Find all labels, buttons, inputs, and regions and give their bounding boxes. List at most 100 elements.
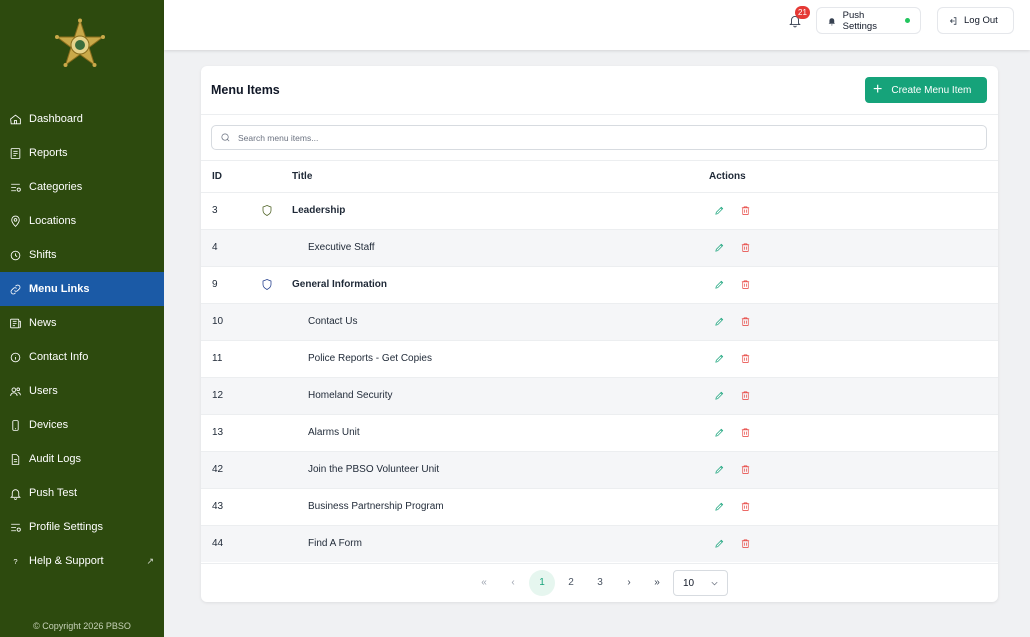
prev-page-button[interactable]: ‹ [500, 570, 526, 596]
menu-items-card: Menu Items + Create Menu Item ID Title A… [201, 66, 998, 602]
search-box[interactable] [211, 125, 987, 150]
logout-button[interactable]: Log Out [937, 7, 1014, 34]
table-row: 43 Business Partnership Program [201, 488, 998, 525]
info-icon [8, 350, 22, 364]
edit-icon[interactable] [714, 316, 726, 328]
pagination: «‹ 1 2 3 ›» 10 [201, 563, 998, 602]
page-button-1[interactable]: 1 [529, 570, 555, 596]
edit-icon[interactable] [714, 279, 726, 291]
table-row: 44 Find A Form [201, 525, 998, 562]
top-bar: 21 Push Settings Log Out [164, 0, 1030, 50]
delete-icon[interactable] [740, 205, 752, 217]
row-id: 9 [212, 279, 218, 290]
sidebar-item-dashboard[interactable]: Dashboard [0, 102, 164, 136]
row-id: 10 [212, 316, 224, 327]
sidebar-item-menu-links[interactable]: Menu Links [0, 272, 164, 306]
star-badge-icon [52, 18, 108, 74]
delete-icon[interactable] [740, 427, 752, 439]
sidebar-item-locations[interactable]: Locations [0, 204, 164, 238]
row-title: Alarms Unit [308, 427, 360, 438]
row-id: 3 [212, 205, 218, 216]
table-row: 12 Homeland Security [201, 377, 998, 414]
first-page-button[interactable]: « [471, 570, 497, 596]
edit-icon[interactable] [714, 242, 726, 254]
delete-icon[interactable] [740, 316, 752, 328]
push-status-dot [905, 18, 910, 23]
sidebar-item-label: Profile Settings [29, 521, 103, 533]
sidebar-item-label: News [29, 317, 57, 329]
row-title: General Information [292, 279, 388, 290]
edit-icon[interactable] [714, 205, 726, 217]
row-id: 11 [212, 353, 223, 364]
delete-icon[interactable] [740, 279, 752, 291]
sidebar-item-contact-info[interactable]: Contact Info [0, 340, 164, 374]
bell-icon [828, 17, 836, 25]
header-divider [201, 114, 998, 115]
last-page-button[interactable]: » [644, 570, 670, 596]
sidebar-item-label: Contact Info [29, 351, 89, 363]
page-size-select[interactable]: 10 [673, 570, 728, 596]
sidebar-item-label: Shifts [29, 249, 57, 261]
table-body: 3 Leadership 4 Executive Staff 9 General Info… [201, 192, 998, 562]
table-row: 42 Join the PBSO Volunteer Unit [201, 451, 998, 488]
push-settings-label: Push Settings [842, 9, 877, 32]
sidebar-item-label: Help & Support [29, 555, 104, 567]
settings-icon [8, 520, 22, 534]
edit-icon[interactable] [714, 353, 726, 365]
sidebar-item-audit-logs[interactable]: Audit Logs [0, 442, 164, 476]
row-title: Executive Staff [308, 242, 375, 253]
table-row: 10 Contact Us [201, 303, 998, 340]
create-menu-item-button[interactable]: + Create Menu Item [865, 77, 987, 103]
home-icon [8, 112, 22, 126]
row-id: 12 [212, 390, 224, 401]
sidebar-item-profile-settings[interactable]: Profile Settings [0, 510, 164, 544]
next-page-button[interactable]: › [616, 570, 642, 596]
search-icon [221, 133, 230, 142]
clock-icon [8, 248, 22, 262]
row-title: Homeland Security [308, 390, 393, 401]
sidebar: Dashboard Reports Categories Locations Shift… [0, 0, 164, 637]
sidebar-item-news[interactable]: News [0, 306, 164, 340]
page-button-3[interactable]: 3 [587, 570, 613, 596]
external-link-icon: ↗ [146, 555, 154, 566]
edit-icon[interactable] [714, 538, 726, 550]
delete-icon[interactable] [740, 353, 752, 365]
delete-icon[interactable] [740, 538, 752, 550]
search-input[interactable] [238, 132, 938, 143]
row-title: Leadership [292, 205, 346, 216]
sidebar-item-users[interactable]: Users [0, 374, 164, 408]
sidebar-item-help-support[interactable]: ? Help & Support ↗ [0, 544, 164, 578]
sidebar-item-reports[interactable]: Reports [0, 136, 164, 170]
push-settings-button[interactable]: Push Settings [816, 7, 921, 34]
device-icon [8, 418, 22, 432]
table-row: 13 Alarms Unit [201, 414, 998, 451]
report-icon [8, 146, 22, 160]
delete-icon[interactable] [740, 242, 752, 254]
edit-icon[interactable] [714, 501, 726, 513]
edit-icon[interactable] [714, 390, 726, 402]
delete-icon[interactable] [740, 464, 752, 476]
sidebar-item-shifts[interactable]: Shifts [0, 238, 164, 272]
edit-icon[interactable] [714, 427, 726, 439]
sidebar-item-label: Menu Links [29, 283, 90, 295]
row-title: Contact Us [308, 316, 358, 327]
edit-icon[interactable] [714, 464, 726, 476]
delete-icon[interactable] [740, 390, 752, 402]
delete-icon[interactable] [740, 501, 752, 513]
categories-icon [8, 180, 22, 194]
sidebar-item-devices[interactable]: Devices [0, 408, 164, 442]
row-id: 13 [212, 427, 224, 438]
sidebar-item-label: Users [29, 385, 58, 397]
svg-text:?: ? [13, 557, 17, 566]
sidebar-item-push-test[interactable]: Push Test [0, 476, 164, 510]
logout-label: Log Out [964, 15, 998, 26]
sidebar-nav: Dashboard Reports Categories Locations Shift… [0, 102, 164, 578]
sidebar-item-label: Audit Logs [29, 453, 81, 465]
sidebar-item-label: Locations [29, 215, 77, 227]
page-button-2[interactable]: 2 [558, 570, 584, 596]
page-size-value: 10 [683, 577, 695, 589]
sidebar-item-categories[interactable]: Categories [0, 170, 164, 204]
column-header-title: Title [292, 171, 313, 182]
row-id: 43 [212, 501, 224, 512]
table-header: ID Title Actions [201, 161, 998, 192]
